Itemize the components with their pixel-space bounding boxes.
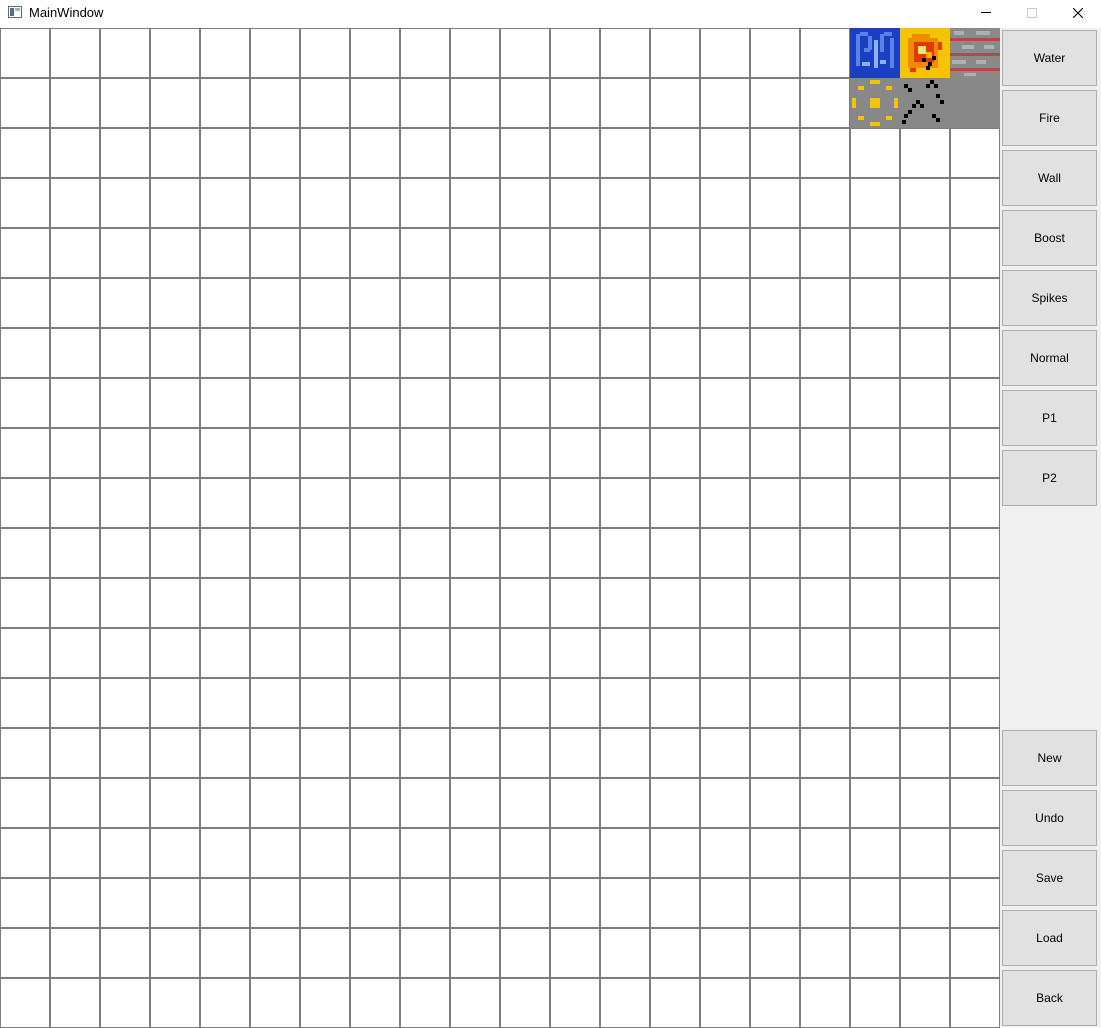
new-button[interactable]: New xyxy=(1002,730,1097,786)
tool-panel: Water Fire Wall Boost Spikes Normal P1 P… xyxy=(1000,28,1101,1027)
normal-tile-icon xyxy=(950,78,1000,128)
p2-button[interactable]: P2 xyxy=(1002,450,1097,506)
title-bar: MainWindow xyxy=(0,0,1101,27)
normal-tile[interactable] xyxy=(950,78,1000,128)
water-tile[interactable] xyxy=(850,28,900,78)
p1-button[interactable]: P1 xyxy=(1002,390,1097,446)
fire-button[interactable]: Fire xyxy=(1002,90,1097,146)
undo-button[interactable]: Undo xyxy=(1002,790,1097,846)
boost-tile-icon xyxy=(850,78,900,128)
minimize-icon xyxy=(981,12,991,13)
wall-button[interactable]: Wall xyxy=(1002,150,1097,206)
app-icon xyxy=(8,6,22,18)
wall-tile[interactable] xyxy=(950,28,1000,78)
spikes-button[interactable]: Spikes xyxy=(1002,270,1097,326)
level-grid[interactable] xyxy=(0,28,1000,1028)
minimize-button[interactable] xyxy=(963,0,1009,27)
maximize-button[interactable] xyxy=(1009,0,1055,27)
close-button[interactable] xyxy=(1055,0,1101,27)
wall-tile-icon xyxy=(950,28,1000,78)
window-title: MainWindow xyxy=(29,5,104,20)
boost-tile[interactable] xyxy=(850,78,900,128)
boost-button[interactable]: Boost xyxy=(1002,210,1097,266)
spikes-tile-icon xyxy=(900,78,950,128)
save-button[interactable]: Save xyxy=(1002,850,1097,906)
load-button[interactable]: Load xyxy=(1002,910,1097,966)
maximize-icon xyxy=(1027,8,1037,18)
water-button[interactable]: Water xyxy=(1002,30,1097,86)
back-button[interactable]: Back xyxy=(1002,970,1097,1026)
fire-tile[interactable] xyxy=(900,28,950,78)
normal-button[interactable]: Normal xyxy=(1002,330,1097,386)
water-tile-icon xyxy=(850,28,900,78)
spikes-tile[interactable] xyxy=(900,78,950,128)
close-icon xyxy=(1073,8,1083,18)
fire-tile-icon xyxy=(900,28,950,78)
